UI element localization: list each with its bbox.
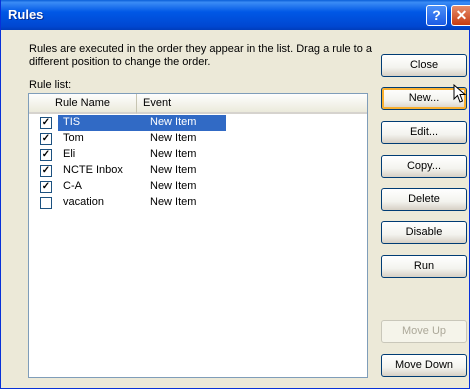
rules-description: Rules are executed in the order they app… bbox=[29, 43, 373, 68]
close-button[interactable]: Close bbox=[381, 54, 467, 77]
rule-name: TIS bbox=[63, 116, 81, 128]
rule-list[interactable]: Rule Name Event ✓ TIS New Item ✓ Tom New… bbox=[28, 93, 368, 378]
selection-highlight bbox=[58, 115, 226, 131]
mouse-pointer-icon bbox=[453, 84, 467, 103]
rule-name: C-A bbox=[63, 180, 82, 192]
disable-rule-button[interactable]: Disable bbox=[381, 221, 467, 244]
rule-row[interactable]: vacation New Item bbox=[29, 195, 367, 211]
delete-rule-button[interactable]: Delete bbox=[381, 188, 467, 211]
rule-event: New Item bbox=[150, 164, 197, 176]
copy-rule-button[interactable]: Copy... bbox=[381, 155, 467, 178]
rule-enabled-checkbox[interactable]: ✓ bbox=[40, 149, 52, 161]
rule-row[interactable]: ✓ NCTE Inbox New Item bbox=[29, 163, 367, 179]
column-header-rule-name[interactable]: Rule Name bbox=[29, 94, 137, 114]
help-button[interactable]: ? bbox=[426, 5, 447, 26]
edit-rule-button[interactable]: Edit... bbox=[381, 121, 467, 144]
rule-row[interactable]: ✓ C-A New Item bbox=[29, 179, 367, 195]
rule-enabled-checkbox[interactable]: ✓ bbox=[40, 181, 52, 193]
column-header-event[interactable]: Event bbox=[137, 94, 367, 114]
rule-name: Eli bbox=[63, 148, 76, 160]
rule-row[interactable]: ✓ TIS New Item bbox=[29, 115, 367, 131]
close-window-button[interactable]: ✕ bbox=[451, 5, 470, 26]
rule-event: New Item bbox=[150, 180, 197, 192]
rule-event: New Item bbox=[150, 148, 197, 160]
rule-enabled-checkbox[interactable] bbox=[40, 197, 52, 209]
rule-enabled-checkbox[interactable]: ✓ bbox=[40, 117, 52, 129]
title-bar[interactable]: Rules ? ✕ bbox=[1, 0, 470, 30]
rule-enabled-checkbox[interactable]: ✓ bbox=[40, 165, 52, 177]
rule-name: Tom bbox=[63, 132, 84, 144]
list-header: Rule Name Event bbox=[29, 94, 367, 114]
rule-row[interactable]: ✓ Eli New Item bbox=[29, 147, 367, 163]
close-icon: ✕ bbox=[455, 7, 468, 23]
rule-row[interactable]: ✓ Tom New Item bbox=[29, 131, 367, 147]
move-up-button[interactable]: Move Up bbox=[381, 320, 467, 343]
rule-list-label: Rule list: bbox=[29, 79, 72, 91]
move-down-button[interactable]: Move Down bbox=[381, 354, 467, 377]
run-rule-button[interactable]: Run bbox=[381, 255, 467, 278]
rule-event: New Item bbox=[150, 116, 197, 128]
rules-dialog: Rules ? ✕ Rules are executed in the orde… bbox=[0, 0, 470, 389]
rule-name: vacation bbox=[63, 196, 104, 208]
help-icon: ? bbox=[432, 7, 441, 23]
rule-event: New Item bbox=[150, 196, 197, 208]
window-title: Rules bbox=[8, 7, 44, 22]
rule-name: NCTE Inbox bbox=[63, 164, 123, 176]
rule-enabled-checkbox[interactable]: ✓ bbox=[40, 133, 52, 145]
rule-event: New Item bbox=[150, 132, 197, 144]
